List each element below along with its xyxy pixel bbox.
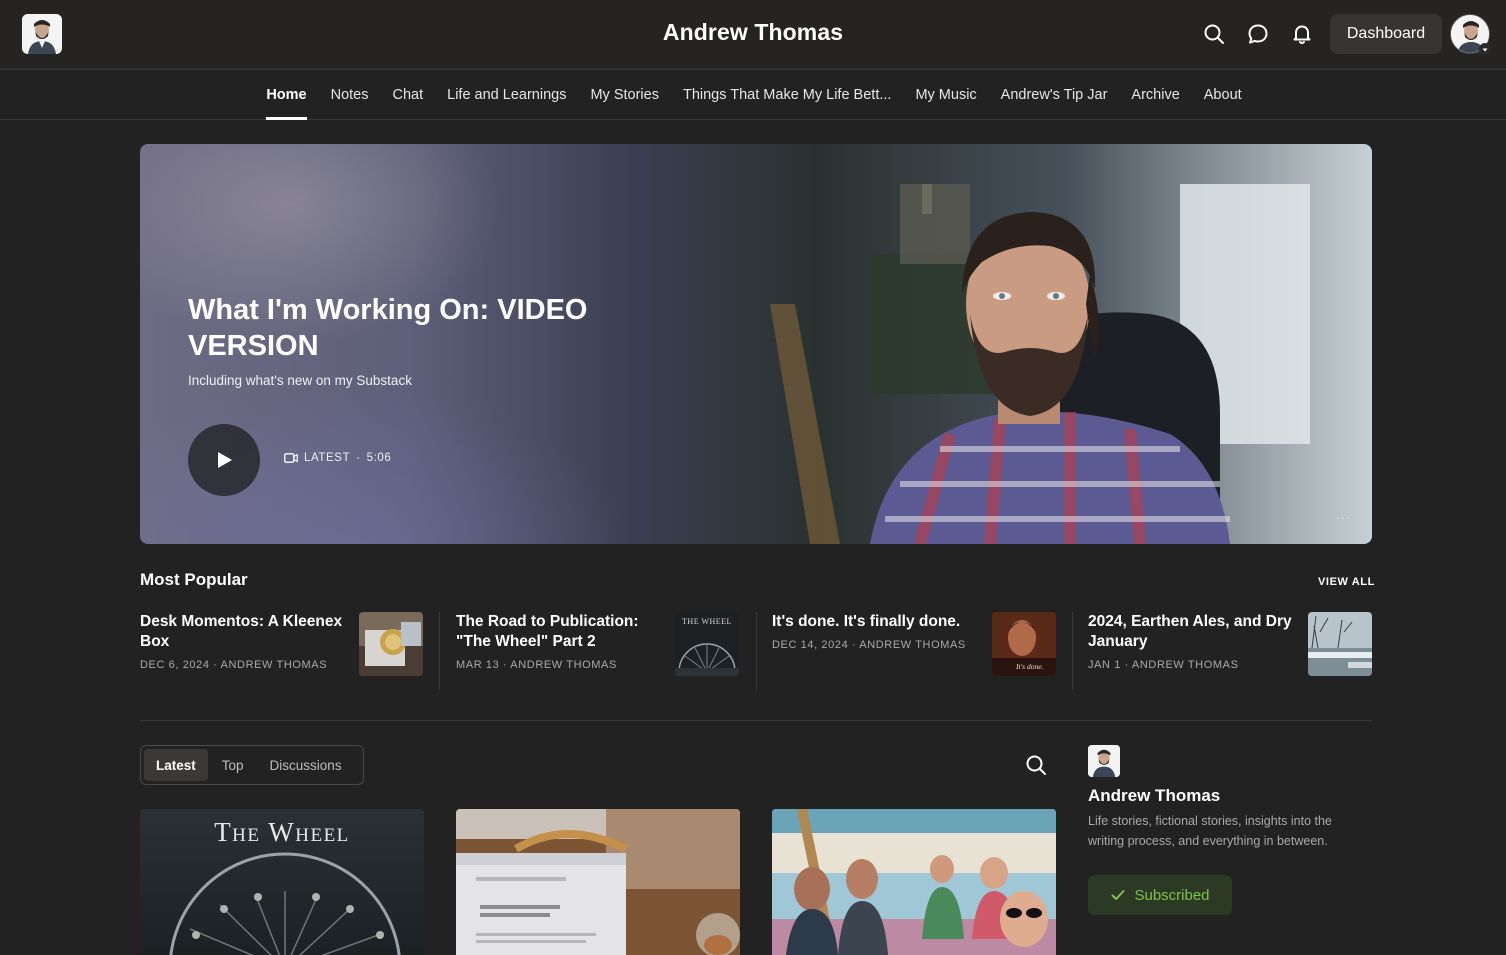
hero-video-post[interactable]: What I'm Working On: VIDEO VERSION Inclu… <box>140 144 1372 544</box>
ferris-wheel-image <box>169 852 401 955</box>
author-portrait-icon <box>1088 745 1120 777</box>
avatar-menu-caret[interactable] <box>1479 43 1491 55</box>
post-card[interactable] <box>456 809 740 955</box>
subscribed-button[interactable]: Subscribed <box>1088 875 1232 915</box>
popular-post-meta: MAR 13 · ANDREW THOMAS <box>456 659 617 671</box>
laptop-restaurant-image <box>456 809 740 955</box>
hero-meta-separator: · <box>356 452 361 464</box>
checkmark-icon <box>1111 890 1125 900</box>
nav-item-my-stories[interactable]: My Stories <box>590 70 659 120</box>
popular-post-thumbnail[interactable]: It's done. <box>992 612 1056 676</box>
hero-meta-label: LATEST <box>304 452 351 464</box>
ferris-wheel-image <box>675 643 739 676</box>
popular-post-title[interactable]: The Road to Publication: "The Wheel" Par… <box>456 612 672 652</box>
thumbnail-caption: It's done. <box>1016 662 1044 671</box>
popular-post-meta: DEC 14, 2024 · ANDREW THOMAS <box>772 639 966 651</box>
popular-post-meta: JAN 1 · ANDREW THOMAS <box>1088 659 1239 671</box>
hero-meta: LATEST · 5:06 <box>284 452 391 464</box>
hero-title[interactable]: What I'm Working On: VIDEO VERSION <box>188 292 628 364</box>
popular-post-thumbnail[interactable]: THE WHEEL <box>675 612 739 676</box>
section-divider <box>140 720 1372 721</box>
nav-item-archive[interactable]: Archive <box>1131 70 1179 120</box>
nav-item-things-that-make-my-life-better[interactable]: Things That Make My Life Bett... <box>683 70 891 120</box>
nav-item-notes[interactable]: Notes <box>331 70 369 120</box>
search-icon[interactable] <box>1202 22 1226 46</box>
author-name[interactable]: Andrew Thomas <box>1088 786 1220 806</box>
chat-bubble-icon[interactable] <box>1246 22 1270 46</box>
popular-post-title[interactable]: Desk Momentos: A Kleenex Box <box>140 612 356 652</box>
bell-icon[interactable] <box>1290 22 1314 46</box>
popular-post[interactable]: It's done. It's finally done. DEC 14, 20… <box>772 612 1072 690</box>
subscribed-label: Subscribed <box>1134 886 1210 904</box>
winter-lake-image <box>1308 612 1372 676</box>
play-icon <box>218 452 232 468</box>
more-options-icon[interactable]: ... <box>1336 506 1351 522</box>
popular-post[interactable]: The Road to Publication: "The Wheel" Par… <box>456 612 756 690</box>
video-camera-icon <box>284 453 298 463</box>
tab-discussions[interactable]: Discussions <box>258 749 354 781</box>
hero-subtitle: Including what's new on my Substack <box>188 373 412 388</box>
author-avatar[interactable] <box>1088 745 1120 777</box>
post-card[interactable]: The Wheel <box>140 809 424 955</box>
search-posts-icon[interactable] <box>1024 753 1048 777</box>
tab-top[interactable]: Top <box>210 749 256 781</box>
play-button[interactable] <box>188 424 260 496</box>
nav-item-chat[interactable]: Chat <box>393 70 424 120</box>
nav-item-about[interactable]: About <box>1204 70 1242 120</box>
popular-post-title[interactable]: It's done. It's finally done. <box>772 612 982 632</box>
popular-post[interactable]: 2024, Earthen Ales, and Dry January JAN … <box>1088 612 1388 690</box>
main-nav: Home Notes Chat Life and Learnings My St… <box>0 70 1506 120</box>
kleenex-box-image <box>359 612 423 676</box>
hero-duration: 5:06 <box>366 452 392 464</box>
chevron-down-icon <box>1482 48 1488 52</box>
beach-family-image <box>772 809 1056 955</box>
top-bar: Andrew Thomas Dashboard <box>0 0 1506 70</box>
author-portrait-icon <box>22 14 62 54</box>
nav-item-tip-jar[interactable]: Andrew's Tip Jar <box>1001 70 1108 120</box>
popular-post-thumbnail[interactable] <box>359 612 423 676</box>
publication-logo[interactable] <box>22 14 62 54</box>
popular-post-meta: DEC 6, 2024 · ANDREW THOMAS <box>140 659 328 671</box>
post-filter-tabs: Latest Top Discussions <box>140 745 364 785</box>
popular-separator <box>1072 612 1073 690</box>
site-title[interactable]: Andrew Thomas <box>0 19 1506 46</box>
popular-separator <box>756 612 757 690</box>
post-card[interactable] <box>772 809 1056 955</box>
nav-item-life-and-learnings[interactable]: Life and Learnings <box>447 70 566 120</box>
view-all-link[interactable]: VIEW ALL <box>1318 576 1375 588</box>
most-popular-heading: Most Popular <box>140 570 248 589</box>
popular-separator <box>439 612 440 690</box>
popular-post-thumbnail[interactable] <box>1308 612 1372 676</box>
dashboard-button[interactable]: Dashboard <box>1330 14 1442 54</box>
nav-item-my-music[interactable]: My Music <box>915 70 976 120</box>
publication-description: Life stories, fictional stories, insight… <box>1088 814 1332 848</box>
hero-video-still <box>770 184 1310 544</box>
popular-post[interactable]: Desk Momentos: A Kleenex Box DEC 6, 2024… <box>140 612 440 690</box>
tab-latest[interactable]: Latest <box>144 749 208 781</box>
popular-post-title[interactable]: 2024, Earthen Ales, and Dry January <box>1088 612 1304 652</box>
nav-item-home[interactable]: Home <box>266 70 307 120</box>
